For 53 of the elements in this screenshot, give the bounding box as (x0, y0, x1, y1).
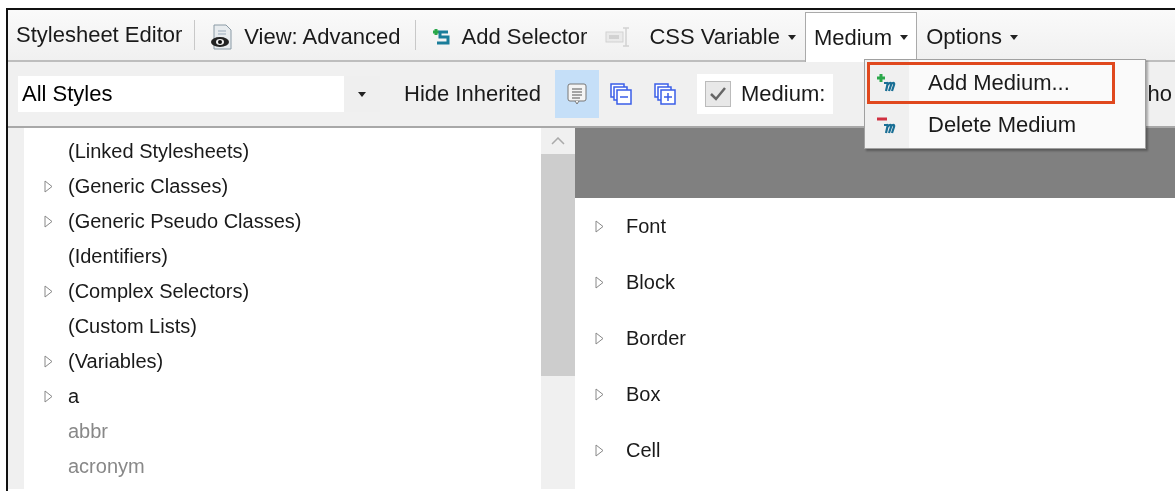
property-group[interactable]: Font (626, 214, 667, 238)
medium-checkbox[interactable]: Medium: (697, 74, 834, 114)
menu-item[interactable]: Delete Medium (867, 104, 1115, 146)
expander-icon[interactable] (43, 215, 53, 228)
expand-all-icon (653, 82, 677, 106)
toolbar-title: Stylesheet Editor (15, 22, 184, 48)
dropdown-menu-button[interactable]: Options (917, 12, 1027, 62)
tree-item[interactable]: (Identifiers) (68, 245, 169, 268)
expander-icon[interactable] (595, 219, 604, 233)
tree-item[interactable]: (Complex Selectors) (68, 280, 250, 303)
scrollbar[interactable] (541, 128, 575, 489)
property-group[interactable]: Border (626, 326, 687, 350)
expander-icon[interactable] (43, 355, 53, 368)
expander-icon[interactable] (595, 331, 604, 345)
tree-item[interactable]: (Variables) (68, 350, 164, 373)
menu-item[interactable]: Add Medium... (867, 62, 1115, 104)
eye-document-icon (210, 24, 235, 50)
tree-item[interactable]: abbr (68, 420, 109, 443)
add-selector-icon (431, 27, 452, 47)
tree-item[interactable]: (Custom Lists) (68, 315, 197, 338)
property-group[interactable]: Block (626, 270, 675, 294)
property-group[interactable]: Box (626, 382, 661, 406)
dropdown-menu-button[interactable]: Medium (804, 12, 918, 62)
expander-icon[interactable] (43, 285, 53, 298)
expander-icon[interactable] (43, 390, 53, 403)
list-icon (566, 82, 588, 106)
scroll-up-icon[interactable] (551, 137, 565, 145)
expander-icon[interactable] (595, 387, 604, 401)
checkbox-label: Medium: (741, 81, 826, 107)
toolbar-button[interactable]: Add Selector (422, 12, 597, 62)
expander-icon[interactable] (43, 180, 53, 193)
caret-icon (358, 91, 366, 97)
caret-icon (1009, 34, 1018, 40)
collapse-all-icon (609, 82, 633, 106)
style-select[interactable]: All Styles (18, 76, 380, 112)
view-button[interactable] (555, 70, 599, 118)
tree-item[interactable]: (Linked Stylesheets) (68, 140, 250, 163)
property-group[interactable]: Cell (626, 438, 661, 462)
toolbar-text: ho (1147, 81, 1173, 107)
field-resize-icon (605, 26, 632, 48)
hide-inherited-button[interactable]: Hide Inherited (390, 81, 555, 107)
checkmark-icon (709, 86, 727, 102)
tree-item[interactable]: a (68, 385, 80, 408)
expander-icon[interactable] (595, 275, 604, 289)
tree-item[interactable]: acronym (68, 455, 145, 478)
caret-icon (787, 34, 796, 40)
tree-item[interactable]: (Generic Classes) (68, 175, 229, 198)
caret-icon (900, 35, 909, 40)
expander-icon[interactable] (595, 443, 604, 457)
toolbar-button[interactable]: View: Advanced (201, 12, 410, 62)
dropdown-menu-button[interactable]: CSS Variable (640, 12, 805, 62)
tree-item[interactable]: (Generic Pseudo Classes) (68, 210, 302, 233)
checkbox[interactable] (705, 81, 731, 107)
